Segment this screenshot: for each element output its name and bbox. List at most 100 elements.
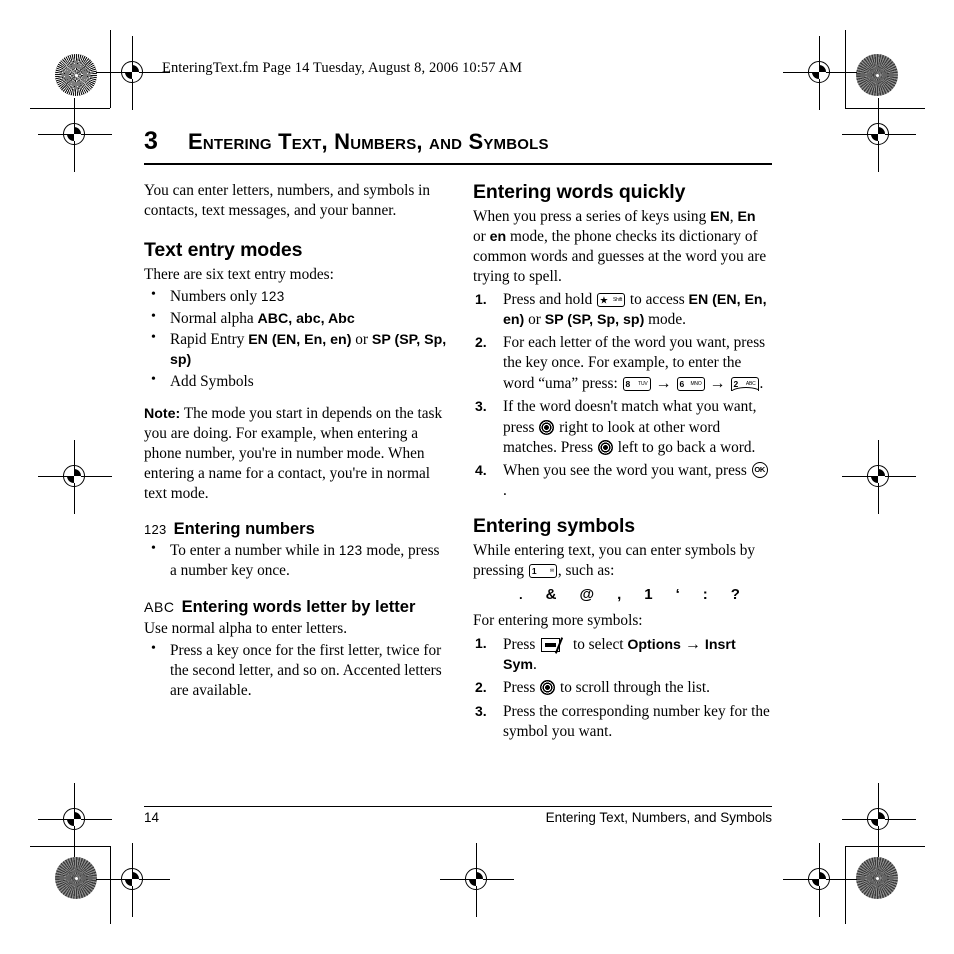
list-item: Press to scroll through the list. <box>473 678 772 698</box>
chapter-number: 3 <box>144 127 158 155</box>
key-1-icon: 1 ✉ <box>528 564 557 579</box>
mode-tag-en-mixed: En <box>737 209 756 225</box>
symbol-examples-row: . & @ , 1 ‘ : ? <box>473 586 772 603</box>
star-key-sub: Shift <box>613 296 623 303</box>
list-item: When you see the word you want, press OK… <box>473 461 772 501</box>
mode-tag-abc-icon: ABC <box>144 599 175 616</box>
step-text-before: Press <box>503 636 540 653</box>
registration-crosshair-lower-left <box>38 783 112 857</box>
nav-ring-icon <box>540 680 556 696</box>
page-footer: 14 Entering Text, Numbers, and Symbols <box>144 810 772 825</box>
step-text-middle: to select <box>569 636 628 653</box>
bullet-text-before: To enter a number while in <box>170 542 339 560</box>
list-item: Press to select Options → Insrt Sym. <box>473 634 772 675</box>
page-content: EnteringText.fm Page 14 Tuesday, August … <box>144 60 772 745</box>
list-item: Add Symbols <box>144 371 447 392</box>
chapter-rule <box>144 163 772 165</box>
symbol-comma: , <box>617 586 622 604</box>
heading-entering-symbols: Entering symbols <box>473 515 636 538</box>
arrow-icon: → <box>709 375 726 393</box>
step-text-after: . <box>532 656 537 674</box>
step-text-3: mode. <box>644 310 686 328</box>
step-text-1: to access <box>626 290 689 308</box>
step-text-after: left to go back a word. <box>613 438 756 456</box>
list-item: Numbers only 123 <box>144 286 447 307</box>
nav-ring-icon <box>597 439 613 455</box>
nav-ring-icon <box>539 419 555 435</box>
list-item: For each letter of the word you want, pr… <box>473 333 772 395</box>
bullet-text: Add Symbols <box>170 373 254 391</box>
step-text-after: . <box>503 482 507 500</box>
key-2-main: 2 <box>733 379 739 390</box>
two-column-body: You can enter letters, numbers, and symb… <box>144 181 772 745</box>
list-item: Press and hold ★ Shift to access EN (EN, … <box>473 290 772 330</box>
more-symbols-lead: For entering more symbols: <box>473 612 643 630</box>
note-paragraph: Note: The mode you start in depends on t… <box>144 404 447 503</box>
step-text-2: or <box>524 310 545 328</box>
key-8-icon: 8 TUV <box>622 377 651 392</box>
key-8-main: 8 <box>625 379 631 390</box>
document-page: EnteringText.fm Page 14 Tuesday, August … <box>0 0 954 954</box>
note-label: Note: <box>144 406 181 422</box>
mode-tag-en: EN (EN, En, en) <box>248 332 352 349</box>
left-column: You can enter letters, numbers, and symb… <box>144 181 447 745</box>
entering-words-quickly-intro: When you press a series of keys using EN… <box>473 207 772 287</box>
entering-symbols-intro: While entering text, you can enter symbo… <box>473 541 772 581</box>
list-item: If the word doesn't match what you want,… <box>473 397 772 458</box>
star-key-icon: ★ Shift <box>597 292 626 307</box>
column-gutter <box>447 181 473 745</box>
symbol-question: ? <box>730 586 740 604</box>
softkey-icon <box>541 637 567 654</box>
registration-starburst-top-left <box>55 54 97 96</box>
heading-entering-numbers: 123 Entering numbers <box>144 520 447 539</box>
registration-crosshair-middle-left <box>38 440 112 514</box>
registration-crosshair-bottom-right <box>783 843 857 917</box>
symbol-quote: ‘ <box>675 586 680 604</box>
text-entry-modes-lead: There are six text entry modes: <box>144 265 334 283</box>
registration-starburst-top-right <box>856 54 898 96</box>
mode-tag-en: EN <box>710 209 730 225</box>
registration-crosshair-top-right <box>783 36 857 110</box>
step-text-before: When you see the word you want, press <box>503 462 751 479</box>
symbols-intro-part-2: , such as: <box>557 562 615 580</box>
heading-entering-words-letter: ABC Entering words letter by letter <box>144 598 447 617</box>
entering-symbols-steps: Press to select Options → Insrt Sym. Press… <box>473 634 772 742</box>
heading-text-entry-modes: Text entry modes <box>144 238 303 261</box>
step-text-before: Press and hold <box>503 290 597 308</box>
note-text: The mode you start in depends on the tas… <box>144 405 443 502</box>
star-key-main: ★ <box>600 294 608 305</box>
arrow-icon: → <box>684 636 701 653</box>
chapter-heading: 3 Entering Text, Numbers, and Symbols <box>144 127 772 156</box>
key-2-sub: ABC <box>745 381 756 388</box>
menu-label-options: Options <box>627 637 681 653</box>
framemaker-header: EnteringText.fm Page 14 Tuesday, August … <box>162 60 523 76</box>
mode-tag-sp-group: SP (SP, Sp, sp) <box>544 311 645 328</box>
arrow-icon: → <box>655 375 672 393</box>
key-1-main: 1 <box>531 566 537 577</box>
mode-tag-alpha: ABC, abc, Abc <box>257 310 355 327</box>
key-6-sub: MNO <box>690 381 702 388</box>
right-column: Entering words quickly When you press a … <box>473 181 772 745</box>
entering-words-quickly-steps: Press and hold ★ Shift to access EN (EN, … <box>473 290 772 502</box>
bullet-text: Rapid Entry <box>170 331 249 349</box>
ok-button-label: OK <box>754 464 765 474</box>
mode-tag-123-inline: 123 <box>338 543 363 559</box>
heading-entering-words-letter-label: Entering words letter by letter <box>181 598 416 617</box>
registration-starburst-bottom-right <box>856 857 898 899</box>
intro-part-4: mode, the phone checks its dictionary of… <box>473 227 767 285</box>
key-6-main: 6 <box>679 379 685 390</box>
reg-line-top-left-horizontal <box>30 108 110 110</box>
symbol-one: 1 <box>644 586 653 604</box>
step-text-after: . <box>759 375 764 393</box>
bullet-text: Normal alpha <box>170 309 258 327</box>
intro-part-3: or <box>473 227 490 245</box>
registration-crosshair-bottom-center <box>440 843 514 917</box>
mode-tag-123-icon: 123 <box>144 522 167 538</box>
list-item: To enter a number while in 123 mode, pre… <box>144 540 447 581</box>
intro-part-1: When you press a series of keys using <box>473 208 711 225</box>
step-text-after: to scroll through the list. <box>556 679 710 697</box>
key-1-sub: ✉ <box>549 568 554 575</box>
reg-line-bottom-left-horizontal <box>30 846 110 848</box>
list-item: Press a key once for the first letter, t… <box>144 640 447 701</box>
symbol-colon: : <box>702 586 708 604</box>
